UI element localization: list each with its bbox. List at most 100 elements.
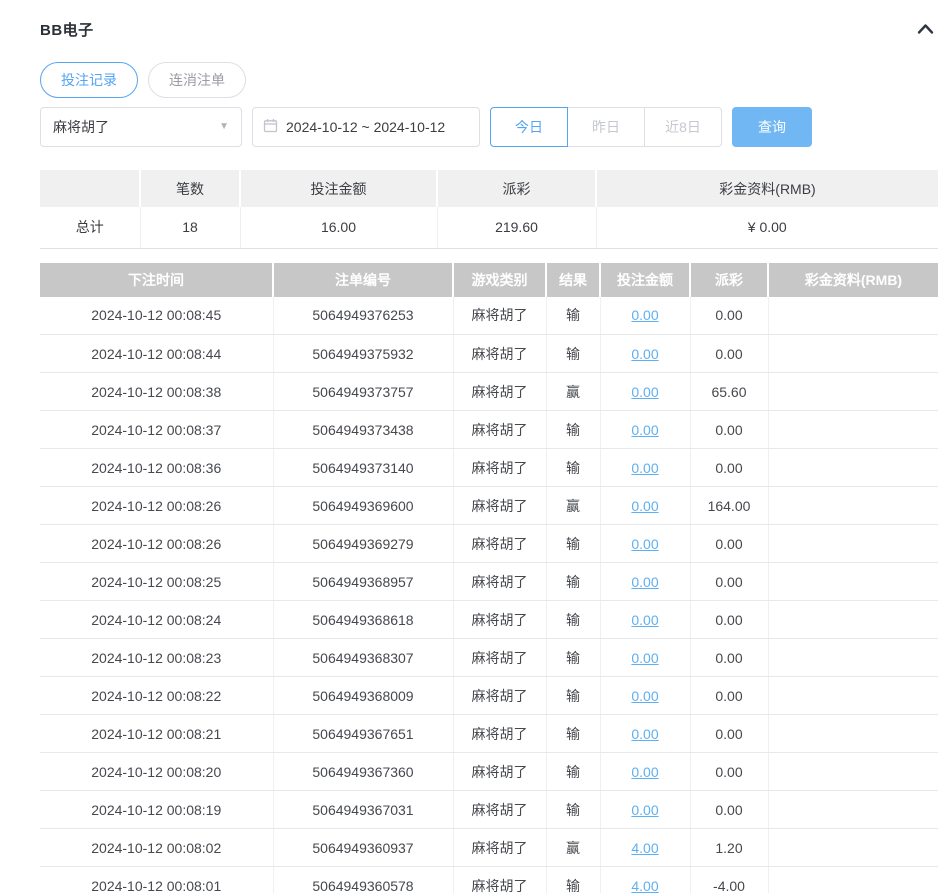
bet-amount-link[interactable]: 0.00	[631, 384, 658, 400]
summary-header-payout: 派彩	[437, 170, 597, 207]
cell-bet-time: 2024-10-12 00:08:22	[40, 676, 274, 715]
cell-result: 输	[546, 296, 601, 335]
records-header-row: 下注时间 注单编号 游戏类别 结果 投注金额 派彩 彩金资料(RMB)	[40, 262, 938, 297]
table-row: 2024-10-12 00:08:01 5064949360578 麻将胡了 输…	[40, 866, 938, 893]
bet-amount-link[interactable]: 0.00	[631, 650, 658, 666]
bet-amount-link[interactable]: 0.00	[631, 802, 658, 818]
cell-payout: 0.00	[690, 676, 769, 715]
bet-amount-link[interactable]: 0.00	[631, 346, 658, 362]
quick-range-button-2[interactable]: 近8日	[644, 107, 722, 147]
cell-game-type: 麻将胡了	[453, 448, 547, 487]
column-header: 派彩	[690, 262, 769, 297]
cell-bonus	[768, 676, 938, 715]
table-row: 2024-10-12 00:08:37 5064949373438 麻将胡了 输…	[40, 410, 938, 449]
quick-range-button-1[interactable]: 昨日	[567, 107, 645, 147]
bet-amount-link[interactable]: 0.00	[631, 307, 658, 323]
cell-payout: 0.00	[690, 296, 769, 335]
query-button[interactable]: 查询	[732, 107, 812, 147]
cell-bonus	[768, 600, 938, 639]
cell-result: 输	[546, 790, 601, 829]
cell-game-type: 麻将胡了	[453, 296, 547, 335]
cell-game-type: 麻将胡了	[453, 676, 547, 715]
game-select[interactable]: 麻将胡了 ▼	[40, 107, 242, 147]
table-row: 2024-10-12 00:08:20 5064949367360 麻将胡了 输…	[40, 752, 938, 791]
cell-bet-time: 2024-10-12 00:08:01	[40, 866, 274, 893]
date-range-input[interactable]: 2024-10-12 ~ 2024-10-12	[252, 107, 480, 147]
cell-bonus	[768, 410, 938, 449]
cell-game-type: 麻将胡了	[453, 524, 547, 563]
summary-table: 笔数 投注金额 派彩 彩金资料(RMB) 总计 18 16.00 219.60 …	[40, 170, 938, 249]
cell-bet-amount: 0.00	[600, 790, 691, 829]
cell-bonus	[768, 372, 938, 411]
cell-payout: 0.00	[690, 752, 769, 791]
cell-result: 输	[546, 676, 601, 715]
cell-bonus	[768, 752, 938, 791]
quick-range-button-0[interactable]: 今日	[490, 107, 568, 147]
cell-payout: 0.00	[690, 334, 769, 373]
chevron-down-icon: ▼	[219, 121, 229, 132]
cell-order-number: 5064949368957	[273, 562, 454, 601]
table-row: 2024-10-12 00:08:45 5064949376253 麻将胡了 输…	[40, 296, 938, 335]
bet-amount-link[interactable]: 4.00	[631, 840, 658, 856]
bet-amount-link[interactable]: 0.00	[631, 688, 658, 704]
cell-bet-time: 2024-10-12 00:08:26	[40, 524, 274, 563]
cell-bet-time: 2024-10-12 00:08:23	[40, 638, 274, 677]
column-header: 注单编号	[273, 262, 454, 297]
date-range-value: 2024-10-12 ~ 2024-10-12	[286, 119, 446, 135]
cell-bet-time: 2024-10-12 00:08:38	[40, 372, 274, 411]
cell-result: 输	[546, 638, 601, 677]
bet-amount-link[interactable]: 0.00	[631, 460, 658, 476]
cell-result: 输	[546, 714, 601, 753]
cell-order-number: 5064949367031	[273, 790, 454, 829]
cell-game-type: 麻将胡了	[453, 562, 547, 601]
cell-game-type: 麻将胡了	[453, 752, 547, 791]
cell-payout: 0.00	[690, 524, 769, 563]
table-row: 2024-10-12 00:08:24 5064949368618 麻将胡了 输…	[40, 600, 938, 639]
cell-bet-time: 2024-10-12 00:08:44	[40, 334, 274, 373]
cell-game-type: 麻将胡了	[453, 866, 547, 893]
cell-payout: 0.00	[690, 790, 769, 829]
cell-order-number: 5064949360578	[273, 866, 454, 893]
calendar-icon	[263, 118, 278, 136]
bet-amount-link[interactable]: 4.00	[631, 878, 658, 893]
bet-amount-link[interactable]: 0.00	[631, 498, 658, 514]
cell-bet-amount: 0.00	[600, 372, 691, 411]
records-tbody: 2024-10-12 00:08:45 5064949376253 麻将胡了 输…	[40, 296, 938, 893]
cell-bet-time: 2024-10-12 00:08:26	[40, 486, 274, 525]
cell-order-number: 5064949360937	[273, 828, 454, 867]
cell-order-number: 5064949367651	[273, 714, 454, 753]
cell-game-type: 麻将胡了	[453, 410, 547, 449]
bet-amount-link[interactable]: 0.00	[631, 726, 658, 742]
summary-total-row: 总计 18 16.00 219.60 ¥ 0.00	[40, 207, 938, 249]
cell-bonus	[768, 638, 938, 677]
cell-result: 赢	[546, 828, 601, 867]
table-row: 2024-10-12 00:08:23 5064949368307 麻将胡了 输…	[40, 638, 938, 677]
summary-total-payout: 219.60	[437, 207, 597, 249]
cell-result: 输	[546, 524, 601, 563]
bet-amount-link[interactable]: 0.00	[631, 764, 658, 780]
cell-payout: 164.00	[690, 486, 769, 525]
bet-amount-link[interactable]: 0.00	[631, 422, 658, 438]
cell-bet-amount: 0.00	[600, 448, 691, 487]
collapse-panel-button[interactable]	[913, 21, 938, 37]
bet-amount-link[interactable]: 0.00	[631, 536, 658, 552]
cell-bonus	[768, 790, 938, 829]
cell-bet-time: 2024-10-12 00:08:19	[40, 790, 274, 829]
tab-1[interactable]: 连消注单	[148, 62, 246, 98]
cell-payout: 1.20	[690, 828, 769, 867]
column-header: 游戏类别	[453, 262, 547, 297]
bet-amount-link[interactable]: 0.00	[631, 574, 658, 590]
summary-total-bonus: ¥ 0.00	[596, 207, 938, 249]
cell-bet-amount: 0.00	[600, 638, 691, 677]
table-row: 2024-10-12 00:08:25 5064949368957 麻将胡了 输…	[40, 562, 938, 601]
tab-0[interactable]: 投注记录	[40, 62, 138, 98]
summary-total-label: 总计	[40, 207, 141, 249]
summary-header-bet-amount: 投注金额	[240, 170, 438, 207]
cell-bet-amount: 0.00	[600, 752, 691, 791]
cell-bet-time: 2024-10-12 00:08:37	[40, 410, 274, 449]
cell-bet-amount: 0.00	[600, 524, 691, 563]
column-header: 彩金资料(RMB)	[768, 262, 938, 297]
cell-result: 输	[546, 600, 601, 639]
cell-order-number: 5064949373438	[273, 410, 454, 449]
bet-amount-link[interactable]: 0.00	[631, 612, 658, 628]
